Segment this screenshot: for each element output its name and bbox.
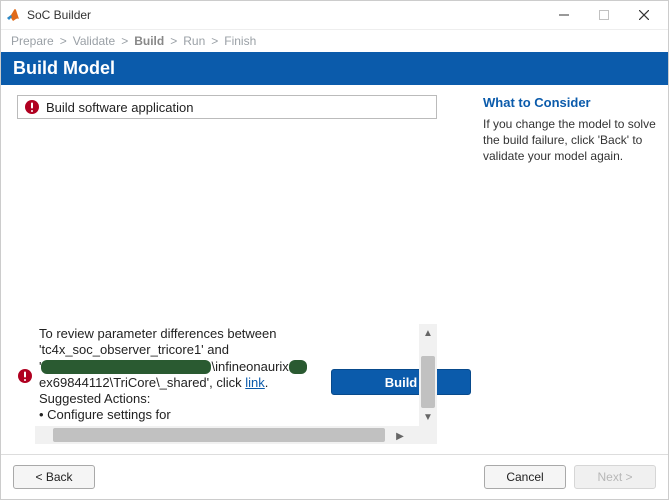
footer: < Back Cancel Next > <box>1 454 668 499</box>
redacted-text <box>289 360 307 374</box>
titlebar: SoC Builder <box>1 1 668 30</box>
page-title: Build Model <box>1 52 668 85</box>
scroll-thumb[interactable] <box>53 428 385 442</box>
help-panel: What to Consider If you change the model… <box>477 85 668 454</box>
breadcrumb-step-build: Build <box>134 34 164 48</box>
log-line: 'tc4x_soc_observer_tricore1' and <box>39 342 415 358</box>
maximize-icon <box>599 10 609 20</box>
diagnostic-link[interactable]: link <box>245 375 265 390</box>
maximize-button[interactable] <box>584 1 624 29</box>
cancel-button[interactable]: Cancel <box>484 465 566 489</box>
help-heading: What to Consider <box>483 95 658 110</box>
back-button[interactable]: < Back <box>13 465 95 489</box>
main-panel: Build software application To review par… <box>1 85 325 454</box>
breadcrumb-step-finish: Finish <box>224 34 256 48</box>
log-content: To review parameter differences between … <box>35 324 419 426</box>
scroll-down-icon[interactable]: ▼ <box>419 408 437 426</box>
help-body: If you change the model to solve the bui… <box>483 116 658 165</box>
body: Build software application To review par… <box>1 85 668 454</box>
breadcrumb-step-prepare: Prepare <box>11 34 54 48</box>
window-title: SoC Builder <box>27 8 91 22</box>
scroll-corner <box>419 426 437 444</box>
log-text: \infineonaurix <box>211 359 288 374</box>
task-label: Build software application <box>46 100 193 115</box>
horizontal-scrollbar[interactable]: ◀ ▶ <box>35 426 419 444</box>
breadcrumb-step-run: Run <box>183 34 205 48</box>
chevron-right-icon: > <box>211 34 218 48</box>
log-box: To review parameter differences between … <box>35 324 437 444</box>
log-area: To review parameter differences between … <box>17 324 437 444</box>
redacted-text <box>41 360 211 374</box>
next-button[interactable]: Next > <box>574 465 656 489</box>
breadcrumb-step-validate: Validate <box>73 34 115 48</box>
matlab-icon <box>5 7 21 23</box>
chevron-right-icon: > <box>121 34 128 48</box>
close-button[interactable] <box>624 1 664 29</box>
breadcrumb: Prepare > Validate > Build > Run > Finish <box>1 30 668 52</box>
log-line: • Configure settings for <box>39 407 415 423</box>
minimize-button[interactable] <box>544 1 584 29</box>
log-text: . <box>265 375 269 390</box>
scroll-right-icon[interactable]: ▶ <box>385 426 419 444</box>
scroll-thumb[interactable] <box>421 356 435 408</box>
minimize-icon <box>559 10 569 20</box>
chevron-right-icon: > <box>170 34 177 48</box>
log-line: To review parameter differences between <box>39 326 415 342</box>
app-window: SoC Builder Prepare > Validate > Build > Run > F… <box>0 0 669 500</box>
log-line: Suggested Actions: <box>39 391 415 407</box>
log-error-icon <box>17 368 33 384</box>
log-line: ex69844112\TriCore\_shared', click link. <box>39 375 415 391</box>
scroll-up-icon[interactable]: ▲ <box>419 324 437 342</box>
log-text: ex69844112\TriCore\_shared', click <box>39 375 245 390</box>
close-icon <box>639 10 649 20</box>
vertical-scrollbar[interactable]: ▲ ▼ <box>419 324 437 426</box>
log-line: '\infineonaurix <box>39 359 415 375</box>
error-icon <box>24 99 40 115</box>
chevron-right-icon: > <box>60 34 67 48</box>
